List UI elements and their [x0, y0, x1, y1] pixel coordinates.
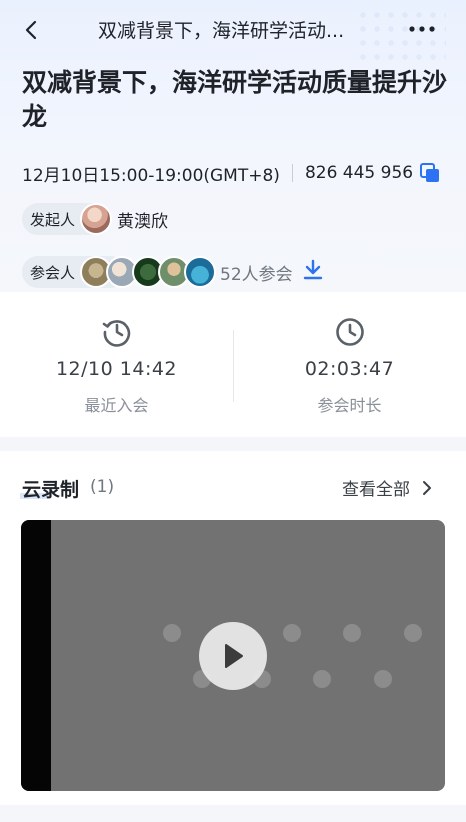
attendee-avatar[interactable]	[184, 256, 216, 288]
meeting-header-section: 双减背景下，海洋研学活动... 双减背景下，海洋研学活动质量提升沙龙 12月10…	[0, 0, 466, 292]
more-button[interactable]	[402, 14, 442, 44]
duration-label: 参会时长	[317, 396, 382, 415]
participant-tile	[142, 624, 202, 645]
participant-tile	[353, 670, 413, 691]
participant-tile	[383, 624, 443, 645]
participant-tile	[292, 670, 352, 691]
recording-video-thumbnail[interactable]	[21, 520, 445, 791]
recording-count: (1)	[90, 477, 115, 497]
initiator-label: 发起人	[30, 210, 76, 229]
play-button[interactable]	[199, 622, 267, 690]
cloud-recording-card: 云录制 (1) 查看全部	[0, 451, 466, 805]
initiator-name: 黄澳欣	[117, 212, 168, 232]
divider	[291, 164, 293, 182]
participant-tile	[322, 624, 382, 645]
meeting-time: 12月10日15:00-19:00(GMT+8)	[22, 165, 280, 186]
initiator-avatar[interactable]	[80, 203, 112, 235]
more-dots-icon	[409, 26, 435, 32]
view-all-link[interactable]: 查看全部	[342, 475, 436, 500]
view-all-label: 查看全部	[342, 480, 410, 500]
video-side-bar	[21, 520, 51, 791]
chevron-right-icon	[423, 480, 431, 495]
duration-value: 02:03:47	[304, 358, 395, 380]
history-icon	[101, 316, 133, 352]
meeting-title: 双减背景下，海洋研学活动质量提升沙龙	[22, 68, 448, 131]
meeting-time-row: 12月10日15:00-19:00(GMT+8) 826 445 956	[22, 160, 441, 186]
participant-tile	[262, 624, 322, 645]
duration-stat: 02:03:47 参会时长	[233, 292, 466, 437]
attendees-label: 参会人	[30, 263, 76, 282]
recording-title: 云录制	[22, 479, 80, 501]
clock-icon	[334, 316, 366, 352]
last-join-value: 12/10 14:42	[55, 358, 178, 380]
last-join-label: 最近入会	[84, 396, 149, 415]
nav-bar: 双减背景下，海洋研学活动...	[0, 0, 466, 58]
copy-icon[interactable]	[419, 162, 441, 184]
meeting-id: 826 445 956	[304, 163, 414, 183]
stats-card: 12/10 14:42 最近入会 02:03:47 参会时长	[0, 292, 466, 437]
play-icon	[225, 644, 243, 668]
download-icon[interactable]	[302, 259, 324, 285]
attendee-count: 52人参会	[220, 265, 293, 285]
last-join-stat: 12/10 14:42 最近入会	[0, 292, 233, 437]
chevron-left-icon	[25, 20, 37, 40]
nav-title: 双减背景下，海洋研学活动...	[98, 20, 345, 42]
back-button[interactable]	[14, 12, 50, 48]
